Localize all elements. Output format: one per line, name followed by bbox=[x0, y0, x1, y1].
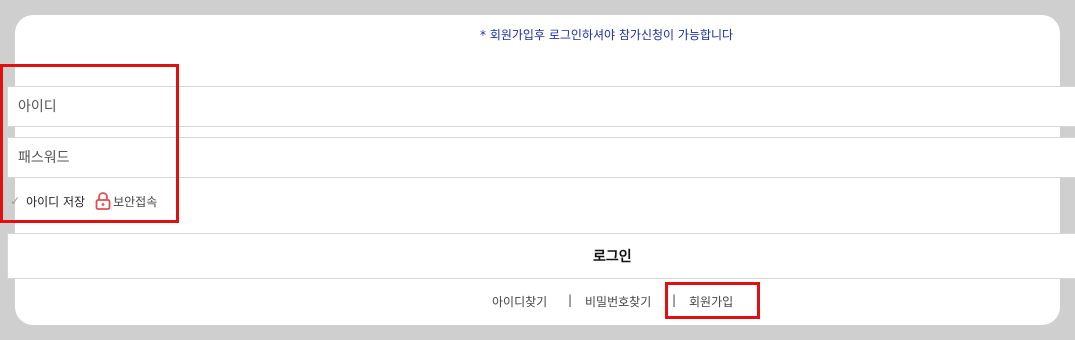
lock-icon[interactable] bbox=[95, 192, 111, 210]
password-input[interactable] bbox=[8, 138, 1075, 177]
login-button[interactable]: 로그인 bbox=[7, 233, 1075, 279]
link-separator: | bbox=[672, 293, 677, 307]
id-field[interactable] bbox=[7, 86, 1075, 127]
checkmark-icon[interactable]: ✓ bbox=[10, 194, 20, 208]
find-id-link[interactable]: 아이디찾기 bbox=[492, 293, 547, 310]
id-input[interactable] bbox=[8, 87, 1075, 126]
login-button-label: 로그인 bbox=[593, 249, 632, 265]
link-separator: | bbox=[568, 293, 573, 307]
save-id-label[interactable]: 아이디 저장 bbox=[26, 193, 85, 210]
signup-notice: * 회원가입후 로그인하셔야 참가신청이 가능합니다 bbox=[480, 28, 734, 42]
find-password-link[interactable]: 비밀번호찾기 bbox=[585, 293, 651, 310]
signup-link[interactable]: 회원가입 bbox=[689, 293, 733, 310]
secure-login-label[interactable]: 보안접속 bbox=[113, 193, 157, 210]
login-options: ✓ 아이디 저장 보안접속 bbox=[10, 192, 157, 210]
password-field[interactable] bbox=[7, 137, 1075, 178]
